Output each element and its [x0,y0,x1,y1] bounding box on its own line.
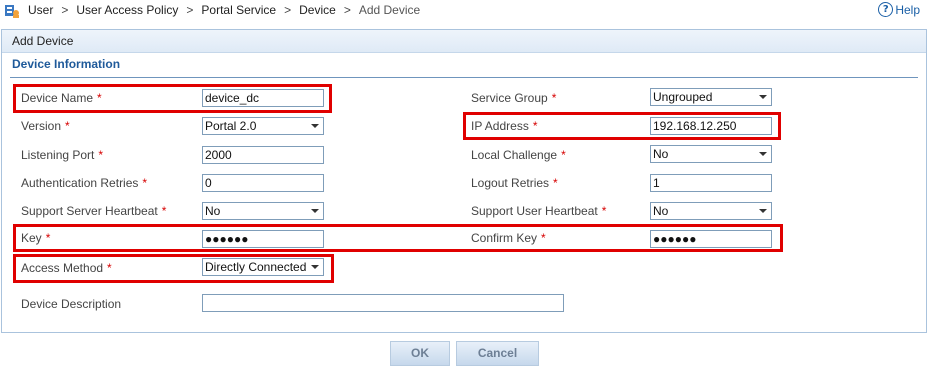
local-challenge-select[interactable]: No [650,145,772,163]
ok-button[interactable]: OK [390,341,450,366]
key-password-input[interactable]: ●●●●●● [202,230,324,248]
logout-retries-label: Logout Retries * [471,176,558,190]
required-marker: * [65,119,70,133]
support-server-heartbeat-label: Support Server Heartbeat * [21,204,167,218]
support-server-heartbeat-select[interactable]: No [202,202,324,220]
user-access-icon [5,5,19,18]
access-method-select[interactable]: Directly Connected [202,258,324,276]
help-label: Help [895,2,920,17]
required-marker: * [97,91,102,105]
required-marker: * [601,204,607,218]
service-group-label: Service Group * [471,91,557,105]
breadcrumb-user[interactable]: User [28,3,53,17]
required-marker: * [551,91,557,105]
confirm-key-password-input[interactable]: ●●●●●● [650,230,772,248]
support-user-heartbeat-select[interactable]: No [650,202,772,220]
key-label: Key * [21,231,51,245]
chevron-down-icon [311,265,319,269]
ip-address-input[interactable]: 192.168.12.250 [650,117,772,135]
required-marker: * [142,176,148,190]
local-challenge-label: Local Challenge * [471,148,566,162]
breadcrumb-add-device: Add Device [358,3,421,17]
service-group-select[interactable]: Ungrouped [650,88,772,106]
breadcrumb-device[interactable]: Device [299,3,336,17]
breadcrumb-separator: > [61,3,69,17]
breadcrumb-portal-service[interactable]: Portal Service [201,3,276,17]
chevron-down-icon [759,209,767,213]
required-marker: * [107,261,112,275]
panel-title: Add Device [2,30,926,53]
breadcrumb-separator: > [186,3,194,17]
required-marker: * [98,148,104,162]
breadcrumb: User > User Access Policy > Portal Service > D… [0,0,930,22]
section-title: Device Information [12,57,121,71]
device-description-label: Device Description [21,297,122,311]
ip-address-label: IP Address * [471,119,538,133]
required-marker: * [532,119,538,133]
chevron-down-icon [759,95,767,99]
required-marker: * [541,231,546,245]
device-name-input[interactable]: device_dc [202,89,324,107]
required-marker: * [45,231,51,245]
section-divider [10,77,918,78]
chevron-down-icon [311,124,319,128]
version-select[interactable]: Portal 2.0 [202,117,324,135]
version-label: Version * [21,119,70,133]
question-icon: ? [878,2,894,17]
support-user-heartbeat-label: Support User Heartbeat * [471,204,607,218]
listening-port-input[interactable]: 2000 [202,146,324,164]
confirm-key-label: Confirm Key * [471,231,546,245]
required-marker: * [553,176,558,190]
authentication-retries-input[interactable]: 0 [202,174,324,192]
chevron-down-icon [759,152,767,156]
required-marker: * [561,148,566,162]
required-marker: * [161,204,167,218]
listening-port-label: Listening Port * [21,148,104,162]
chevron-down-icon [311,209,319,213]
device-name-label: Device Name * [21,91,102,105]
device-description-input[interactable] [202,294,564,312]
cancel-button[interactable]: Cancel [456,341,539,366]
access-method-label: Access Method * [21,261,112,275]
breadcrumb-separator: > [284,3,292,17]
breadcrumb-user-access-policy[interactable]: User Access Policy [76,3,178,17]
breadcrumb-separator: > [343,3,351,17]
authentication-retries-label: Authentication Retries * [21,176,148,190]
help-link[interactable]: ? Help [878,2,920,17]
logout-retries-input[interactable]: 1 [650,174,772,192]
